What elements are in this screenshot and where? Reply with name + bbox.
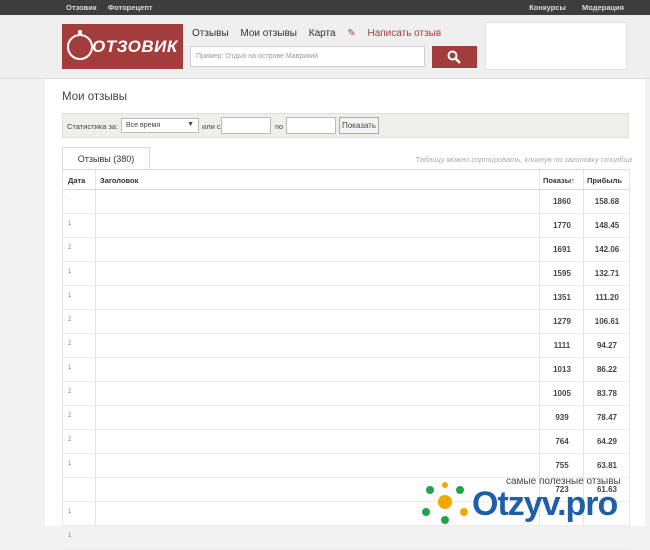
table-row[interactable]: 1 1770 148.45 xyxy=(63,214,630,238)
main-content: Мои отзывы Статистика за: Все время ▼ ил… xyxy=(45,79,645,550)
table-row[interactable]: · 1860 158.68 xyxy=(63,190,630,214)
watermark-brand: Otzyv.pro xyxy=(472,485,618,523)
page-title: Мои отзывы xyxy=(62,91,128,103)
row-date: 1 xyxy=(68,533,72,539)
col-date[interactable]: Дата xyxy=(68,176,85,185)
top-link-moderation[interactable]: Модерация xyxy=(582,3,624,12)
row-date: 1 xyxy=(68,293,72,299)
row-views: 755 xyxy=(555,461,569,470)
row-views: 1005 xyxy=(553,389,571,398)
row-profit: 94.27 xyxy=(596,341,618,350)
sort-hint: Таблицу можно сортировать, кликнув по за… xyxy=(415,155,632,164)
top-link-fotorecept[interactable]: Фоторецепт xyxy=(108,3,153,12)
row-views: 764 xyxy=(555,437,569,446)
nav-write-label: Написать отзыв xyxy=(367,28,442,39)
table-row[interactable]: 2 1005 83.78 xyxy=(63,382,630,406)
row-profit: 158.68 xyxy=(594,197,620,206)
row-views: 1279 xyxy=(553,317,571,326)
row-profit: 142.06 xyxy=(594,245,620,254)
main-nav: Отзывы Мои отзывы Карта ✎ Написать отзыв xyxy=(192,28,459,39)
date-to-input[interactable] xyxy=(286,117,336,134)
row-profit: 64.29 xyxy=(596,437,618,446)
row-views: 1595 xyxy=(553,269,571,278)
row-date: 2 xyxy=(68,389,72,395)
table-row[interactable]: 1 1595 132.71 xyxy=(63,262,630,286)
row-date: 2 xyxy=(68,317,72,323)
table-row[interactable]: 1 xyxy=(63,526,630,550)
row-date: 1 xyxy=(68,461,72,467)
pencil-icon: ✎ xyxy=(347,28,356,39)
table-header: Дата Заголовок Показы↑ Прибыль xyxy=(63,170,630,190)
row-profit: 78.47 xyxy=(596,413,618,422)
row-profit: 63.81 xyxy=(596,461,618,470)
row-views: 939 xyxy=(555,413,569,422)
period-select[interactable]: Все время ▼ xyxy=(121,118,199,133)
nav-map[interactable]: Карта xyxy=(309,28,336,39)
logo-text: ОТЗОВИК xyxy=(92,37,178,56)
watermark-logo-icon xyxy=(422,482,468,524)
row-date: 2 xyxy=(68,413,72,419)
period-value: Все время xyxy=(126,122,161,129)
table-row[interactable]: 2 764 64.29 xyxy=(63,430,630,454)
row-views: 1770 xyxy=(553,221,571,230)
from-label: или с xyxy=(202,122,221,131)
top-bar: Отзовик Фоторецепт Конкурсы Модерация xyxy=(0,0,650,15)
reviews-table: Дата Заголовок Показы↑ Прибыль · 1860 158.… xyxy=(62,169,630,550)
row-date: · xyxy=(68,197,70,203)
row-profit: 83.78 xyxy=(596,389,618,398)
chevron-down-icon: ▼ xyxy=(187,121,194,128)
row-date: 2 xyxy=(68,341,72,347)
row-profit: 148.45 xyxy=(594,221,620,230)
col-title[interactable]: Заголовок xyxy=(100,176,138,185)
nav-write-review[interactable]: ✎ Написать отзыв xyxy=(347,28,450,39)
top-link-otzovik[interactable]: Отзовик xyxy=(66,3,97,12)
row-views: 1691 xyxy=(553,245,571,254)
table-row[interactable]: 2 1279 106.61 xyxy=(63,310,630,334)
stats-filter: Статистика за: Все время ▼ или с по Пока… xyxy=(62,113,629,138)
stats-label: Статистика за: xyxy=(67,122,119,131)
site-logo[interactable]: ОТЗОВИК xyxy=(62,24,183,69)
row-date: 1 xyxy=(68,365,72,371)
row-date: 1 xyxy=(68,509,72,515)
row-views: 1351 xyxy=(553,293,571,302)
search-icon xyxy=(447,50,461,64)
table-row[interactable]: 2 1111 94.27 xyxy=(63,334,630,358)
row-views: 1013 xyxy=(553,365,571,374)
row-profit: 111.20 xyxy=(595,293,619,302)
search-button[interactable] xyxy=(432,46,477,68)
row-date: 1 xyxy=(68,221,72,227)
row-views: 1111 xyxy=(553,341,571,350)
to-label: по xyxy=(275,122,284,131)
table-row[interactable]: 1 755 63.81 xyxy=(63,454,630,478)
ornament-icon xyxy=(67,30,93,60)
row-date: 2 xyxy=(68,437,72,443)
table-row[interactable]: 2 1691 142.06 xyxy=(63,238,630,262)
date-from-input[interactable] xyxy=(221,117,271,134)
ad-banner xyxy=(485,22,627,70)
nav-my-reviews[interactable]: Мои отзывы xyxy=(240,28,297,39)
row-profit: 132.71 xyxy=(594,269,620,278)
table-row[interactable]: 2 939 78.47 xyxy=(63,406,630,430)
show-button[interactable]: Показать xyxy=(339,117,379,134)
search-input[interactable]: Пример: Отдых на острове Маврикий xyxy=(190,46,425,67)
col-views[interactable]: Показы↑ xyxy=(543,176,575,185)
row-profit: 86.22 xyxy=(596,365,618,374)
row-date: 1 xyxy=(68,269,72,275)
top-link-konkursy[interactable]: Конкурсы xyxy=(529,3,566,12)
watermark: самые полезные отзывы Otzyv.pro xyxy=(418,476,650,526)
site-header: ОТЗОВИК Отзывы Мои отзывы Карта ✎ Написа… xyxy=(0,15,650,79)
tab-reviews[interactable]: Отзывы (380) xyxy=(62,147,150,169)
row-views: 1860 xyxy=(553,197,571,206)
col-profit[interactable]: Прибыль xyxy=(587,176,622,185)
nav-reviews[interactable]: Отзывы xyxy=(192,28,229,39)
row-date: 2 xyxy=(68,245,72,251)
table-row[interactable]: 1 1013 86.22 xyxy=(63,358,630,382)
table-row[interactable]: 1 1351 111.20 xyxy=(63,286,630,310)
row-profit: 106.61 xyxy=(594,317,620,326)
